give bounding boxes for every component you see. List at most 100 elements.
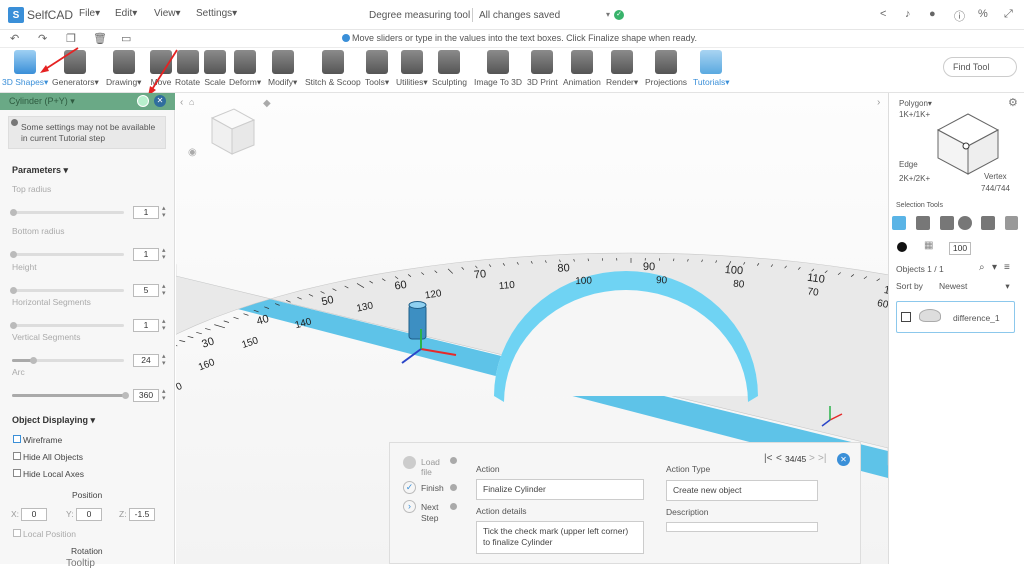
- next-step-arrow-icon: ›: [403, 500, 416, 513]
- param-slider[interactable]: [12, 253, 124, 256]
- load-file-icon[interactable]: [403, 456, 416, 469]
- list-options-icon[interactable]: ≡: [1004, 262, 1010, 273]
- tool-render[interactable]: Render▾: [606, 50, 638, 88]
- action-type-field[interactable]: Create new object: [666, 480, 818, 501]
- texture-icon[interactable]: ▦: [924, 240, 933, 251]
- object-displaying-heading[interactable]: Object Displaying ▾: [12, 415, 95, 426]
- finalize-shape-button[interactable]: [137, 95, 149, 107]
- param-stepper-icon[interactable]: ▴▾: [162, 353, 166, 367]
- param-value-input[interactable]: 360: [133, 389, 159, 402]
- menu-file[interactable]: File▾: [79, 8, 100, 19]
- camera-icon[interactable]: ◉: [188, 147, 197, 158]
- param-slider-knob[interactable]: [122, 392, 129, 399]
- select-sphere-icon[interactable]: [958, 216, 972, 230]
- param-slider[interactable]: [12, 289, 124, 292]
- param-stepper-icon[interactable]: ▴▾: [162, 318, 166, 332]
- home-view-icon[interactable]: ⌂: [189, 97, 194, 107]
- position-z-input[interactable]: -1.5: [129, 508, 155, 521]
- app-logo[interactable]: S SelfCAD: [8, 5, 73, 25]
- close-tutorial-button[interactable]: ✕: [837, 453, 850, 466]
- selection-mode-cube-icon[interactable]: [930, 108, 1005, 178]
- tool-projections[interactable]: Projections: [645, 50, 687, 87]
- next-step-label[interactable]: Next Step: [421, 502, 443, 524]
- opacity-input[interactable]: 100: [949, 242, 971, 255]
- select-box-icon[interactable]: [916, 216, 930, 230]
- notification-bell-icon[interactable]: ♪: [905, 8, 911, 20]
- param-value-input[interactable]: 1: [133, 248, 159, 261]
- param-slider[interactable]: [12, 324, 124, 327]
- units-icon[interactable]: %: [978, 8, 988, 20]
- hide-all-checkbox[interactable]: [13, 452, 21, 460]
- tool-sculpting[interactable]: Sculpting: [432, 50, 467, 87]
- object-visible-checkbox[interactable]: [901, 312, 911, 322]
- tool-scale[interactable]: Scale: [204, 50, 226, 87]
- tool-stitch-scoop[interactable]: Stitch & Scoop: [305, 50, 361, 87]
- collapse-arrow-icon[interactable]: ‹: [180, 97, 183, 108]
- color-swatch-icon[interactable]: [897, 242, 907, 252]
- position-y-input[interactable]: 0: [76, 508, 102, 521]
- param-value-input[interactable]: 24: [133, 354, 159, 367]
- close-panel-button[interactable]: ✕: [154, 95, 166, 107]
- menu-edit[interactable]: Edit▾: [115, 8, 137, 19]
- vertex-mode[interactable]: Vertex: [984, 172, 1007, 181]
- tool-modify[interactable]: Modify▾: [268, 50, 297, 88]
- select-lasso-icon[interactable]: [940, 216, 954, 230]
- hide-local-axes-checkbox[interactable]: [13, 469, 21, 477]
- expand-arrow-icon[interactable]: ›: [877, 97, 880, 108]
- tool-3d-print[interactable]: 3D Print: [527, 50, 558, 87]
- local-position-checkbox[interactable]: [13, 529, 21, 537]
- account-icon[interactable]: ●: [929, 8, 936, 20]
- select-paint-icon[interactable]: [981, 216, 995, 230]
- param-stepper-icon[interactable]: ▴▾: [162, 388, 166, 402]
- search-objects-icon[interactable]: ⌕: [979, 262, 985, 273]
- object-name[interactable]: difference_1: [953, 313, 1000, 323]
- param-slider-knob[interactable]: [10, 209, 17, 216]
- share-icon[interactable]: <: [880, 8, 886, 20]
- last-step-icon[interactable]: >|: [818, 453, 826, 464]
- settings-gear-icon[interactable]: ⚙: [1008, 96, 1018, 109]
- tool-image-to-3d[interactable]: Image To 3D: [474, 50, 522, 87]
- tool-deform[interactable]: Deform▾: [229, 50, 261, 88]
- tool-tutorials[interactable]: Tutorials▾: [693, 50, 730, 88]
- position-x-input[interactable]: 0: [21, 508, 47, 521]
- param-slider-knob[interactable]: [10, 322, 17, 329]
- param-stepper-icon[interactable]: ▴▾: [162, 247, 166, 261]
- parameters-heading[interactable]: Parameters ▾: [12, 165, 68, 176]
- sort-select[interactable]: Newest▾: [939, 281, 1010, 292]
- param-stepper-icon[interactable]: ▴▾: [162, 283, 166, 297]
- light-icon[interactable]: ◆: [263, 98, 271, 109]
- fullscreen-icon[interactable]: ⤢: [1004, 8, 1013, 21]
- wireframe-checkbox[interactable]: [13, 435, 21, 443]
- action-details-field[interactable]: Tick the check mark (upper left corner) …: [476, 521, 644, 554]
- select-invert-icon[interactable]: [1005, 216, 1018, 230]
- param-value-input[interactable]: 5: [133, 284, 159, 297]
- param-slider-knob[interactable]: [30, 357, 37, 364]
- tool-tools[interactable]: Tools▾: [365, 50, 389, 88]
- param-value-input[interactable]: 1: [133, 319, 159, 332]
- first-step-icon[interactable]: |<: [764, 453, 772, 464]
- description-field[interactable]: [666, 522, 818, 532]
- menu-settings[interactable]: Settings▾: [196, 8, 237, 19]
- filter-icon[interactable]: ▾: [992, 262, 997, 273]
- edge-mode[interactable]: Edge: [899, 160, 918, 169]
- find-tool-input[interactable]: Find Tool: [943, 57, 1017, 77]
- tool-animation[interactable]: Animation: [563, 50, 601, 87]
- prev-step-icon[interactable]: <: [776, 453, 782, 464]
- polygon-mode[interactable]: Polygon▾: [899, 99, 932, 108]
- param-slider-knob[interactable]: [10, 287, 17, 294]
- degree-label: 100: [724, 264, 743, 277]
- action-field[interactable]: Finalize Cylinder: [476, 479, 644, 500]
- status-dropdown-icon[interactable]: ▾: [606, 10, 610, 19]
- tool-utilities[interactable]: Utilities▾: [396, 50, 428, 88]
- next-step-nav-icon[interactable]: >: [809, 453, 815, 464]
- param-stepper-icon[interactable]: ▴▾: [162, 205, 166, 219]
- view-cube-icon[interactable]: [212, 109, 254, 154]
- menu-view[interactable]: View▾: [154, 8, 181, 19]
- help-icon[interactable]: ⓘ: [954, 8, 965, 24]
- finish-label[interactable]: Finish: [421, 483, 444, 493]
- document-title[interactable]: Degree measuring tool: [369, 10, 470, 21]
- param-slider-knob[interactable]: [10, 251, 17, 258]
- param-value-input[interactable]: 1: [133, 206, 159, 219]
- param-slider[interactable]: [12, 211, 124, 214]
- select-cube-icon[interactable]: [892, 216, 906, 230]
